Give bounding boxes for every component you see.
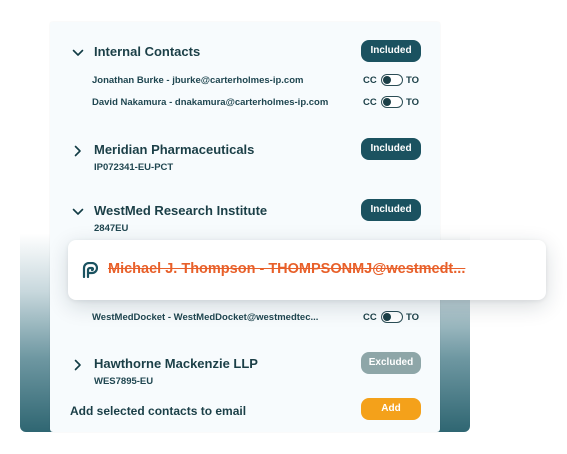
group-meridian-pharmaceuticals[interactable]: Meridian Pharmaceuticals IP072341-EU-PCT… [50,138,440,178]
cc-label: CC [363,75,377,86]
dragged-contact-card[interactable]: Michael J. Thompson - THOMPSONMJ@westmed… [68,240,546,300]
status-badge[interactable]: Excluded [361,352,421,374]
group-title: WestMed Research Institute [94,203,268,218]
contact-row: Jonathan Burke - jburke@carterholmes-ip.… [50,73,440,91]
contact-text: David Nakamura - dnakamura@carterholmes-… [92,97,329,108]
group-westmed-research-institute[interactable]: WestMed Research Institute 2847EU Includ… [50,199,440,239]
status-badge[interactable]: Included [361,40,421,62]
brand-logo-icon [82,261,99,279]
chevron-right-icon[interactable] [72,359,84,371]
group-hawthorne-mackenzie[interactable]: Hawthorne Mackenzie LLP WES7895-EU Exclu… [50,352,440,392]
status-badge[interactable]: Included [361,138,421,160]
contact-row: WestMedDocket - WestMedDocket@westmedtec… [50,310,440,328]
chevron-down-icon[interactable] [72,206,84,218]
to-label: TO [406,75,420,86]
group-internal-contacts[interactable]: Internal Contacts Included [50,40,440,72]
dragged-contact-text: Michael J. Thompson - THOMPSONMJ@westmed… [108,261,466,277]
group-reference: IP072341-EU-PCT [94,162,174,173]
switch-knob [383,76,391,84]
group-reference: WES7895-EU [94,376,154,387]
chevron-right-icon[interactable] [72,145,84,157]
to-label: TO [406,97,420,108]
group-title: Internal Contacts [94,44,201,59]
group-reference: 2847EU [94,223,129,234]
to-label: TO [406,312,420,323]
cc-to-switch[interactable] [381,96,403,108]
group-title: Hawthorne Mackenzie LLP [94,356,258,371]
group-title: Meridian Pharmaceuticals [94,142,255,157]
chevron-down-icon[interactable] [72,47,84,59]
contacts-panel: Internal Contacts Included Jonathan Burk… [50,22,440,432]
stage: Internal Contacts Included Jonathan Burk… [0,0,567,454]
cc-label: CC [363,97,377,108]
cc-label: CC [363,312,377,323]
contact-text: Jonathan Burke - jburke@carterholmes-ip.… [92,75,304,86]
switch-knob [383,313,391,321]
contact-row: David Nakamura - dnakamura@carterholmes-… [50,95,440,113]
cc-to-switch[interactable] [381,311,403,323]
add-contacts-label: Add selected contacts to email [70,404,247,418]
contact-text: WestMedDocket - WestMedDocket@westmedtec… [92,312,319,323]
switch-knob [383,98,391,106]
cc-to-switch[interactable] [381,74,403,86]
add-button[interactable]: Add [361,398,421,420]
status-badge[interactable]: Included [361,199,421,221]
